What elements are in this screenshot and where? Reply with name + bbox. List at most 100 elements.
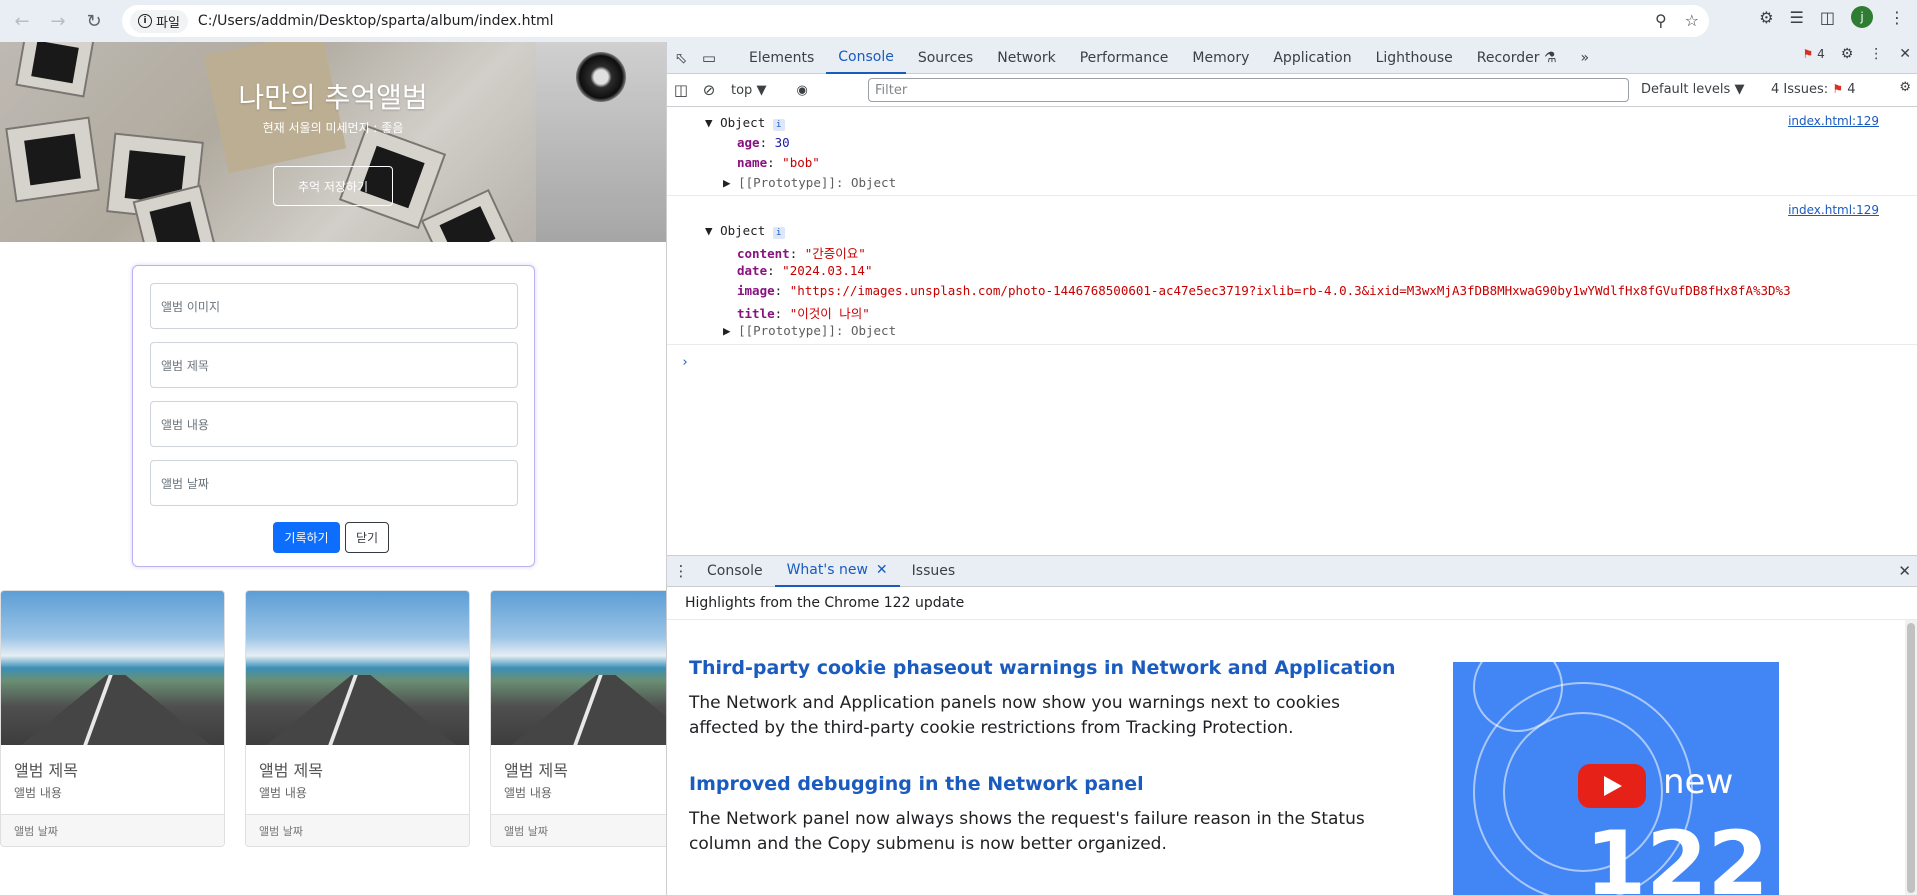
album-image-input[interactable]: 앨범 이미지: [150, 283, 518, 329]
console-settings-icon[interactable]: ⚙: [1899, 80, 1911, 95]
drawer-tab-issues[interactable]: Issues: [900, 555, 968, 587]
reload-icon[interactable]: ↻: [80, 7, 108, 35]
save-memory-button[interactable]: 추억 저장하기: [273, 166, 393, 206]
feature-heading-link[interactable]: Improved debugging in the Network panel: [689, 773, 1144, 795]
extensions-icon[interactable]: ⚙: [1759, 8, 1773, 27]
drawer-tab-console[interactable]: Console: [695, 555, 775, 587]
url-text[interactable]: C:/Users/addmin/Desktop/sparta/album/ind…: [198, 13, 554, 29]
submit-button[interactable]: 기록하기: [273, 522, 340, 553]
whats-new-header: Highlights from the Chrome 122 update: [667, 587, 1917, 620]
close-drawer-icon[interactable]: ✕: [1898, 562, 1911, 580]
browser-toolbar: ← → ↻ i 파일 C:/Users/addmin/Desktop/spart…: [0, 0, 1917, 42]
issue-flag-icon: ⚑: [1832, 82, 1844, 96]
inspect-element-icon[interactable]: ⬁: [667, 44, 695, 72]
side-panel-icon[interactable]: ◫: [1820, 8, 1835, 27]
issues-counter[interactable]: 4 Issues: ⚑ 4: [1771, 82, 1856, 97]
scrollbar-thumb[interactable]: [1907, 623, 1915, 893]
tab-network[interactable]: Network: [985, 42, 1067, 74]
album-card[interactable]: 앨범 제목 앨범 내용 앨범 날짜: [490, 590, 666, 847]
property-key: age: [737, 135, 760, 150]
hero-title: 나만의 추억앨범: [238, 81, 428, 114]
web-page: 나만의 추억앨범 현재 서울의 미세먼지 : 좋음 추억 저장하기 앨범 이미지…: [0, 42, 666, 895]
card-footer: 앨범 날짜: [491, 814, 666, 846]
tab-sources[interactable]: Sources: [906, 42, 985, 74]
profile-avatar[interactable]: j: [1851, 6, 1873, 28]
album-content-input[interactable]: 앨범 내용: [150, 401, 518, 447]
property-key: image: [737, 283, 775, 298]
error-badge[interactable]: ⚑ 4: [1802, 47, 1824, 61]
tab-memory[interactable]: Memory: [1180, 42, 1261, 74]
album-date-input[interactable]: 앨범 날짜: [150, 460, 518, 506]
clear-console-icon[interactable]: ⊘: [695, 76, 723, 104]
card-text: 앨범 내용: [504, 786, 552, 800]
drawer-menu-icon[interactable]: ⋮: [667, 557, 695, 585]
album-form: 앨범 이미지 앨범 제목 앨범 내용 앨범 날짜 기록하기 닫기: [132, 265, 535, 567]
tab-console[interactable]: Console: [826, 42, 906, 74]
log-source-link[interactable]: index.html:129: [1788, 114, 1879, 128]
tab-lighthouse[interactable]: Lighthouse: [1364, 42, 1465, 74]
property-key: title: [737, 306, 775, 321]
card-text: 앨범 내용: [14, 786, 62, 800]
whats-new-panel: Highlights from the Chrome 122 update Th…: [667, 587, 1917, 895]
address-bar[interactable]: i 파일 C:/Users/addmin/Desktop/sparta/albu…: [122, 5, 1709, 37]
devtools-tab-bar: ⬁ ▭ Elements Console Sources Network Per…: [667, 42, 1917, 74]
prototype-toggle[interactable]: ▶ [[Prototype]]: Object: [723, 175, 896, 190]
context-selector[interactable]: top ▼: [731, 83, 766, 98]
issues-count: 4: [1847, 82, 1856, 97]
tab-recorder[interactable]: Recorder ⚗: [1465, 42, 1569, 74]
console-prompt[interactable]: ›: [681, 355, 689, 370]
object-property: content: "간증이요": [737, 246, 866, 261]
error-count: 4: [1817, 47, 1825, 61]
hero-subtitle: 현재 서울의 미세먼지 : 좋음: [262, 121, 404, 135]
tab-application[interactable]: Application: [1261, 42, 1363, 74]
prototype-toggle[interactable]: ▶ [[Prototype]]: Object: [723, 323, 896, 338]
live-expression-eye-icon[interactable]: ◉: [796, 83, 807, 98]
bookmark-star-icon[interactable]: ☆: [1685, 11, 1699, 30]
album-card[interactable]: 앨범 제목 앨범 내용 앨범 날짜: [0, 590, 225, 847]
sidebar-toggle-icon[interactable]: ◫: [667, 76, 695, 104]
tab-recorder-label: Recorder: [1476, 49, 1540, 66]
zoom-icon[interactable]: ⚲: [1655, 11, 1667, 30]
menu-icon[interactable]: ⋮: [1889, 8, 1905, 27]
object-toggle[interactable]: ▼ Object i: [705, 115, 785, 131]
console-filter-input[interactable]: Filter: [868, 78, 1629, 102]
property-value: "2024.03.14": [782, 263, 873, 278]
object-property: title: "이것이 나의": [737, 306, 870, 321]
site-chip-label: 파일: [156, 15, 180, 31]
tab-elements[interactable]: Elements: [737, 42, 826, 74]
feature-heading-link[interactable]: Third-party cookie phaseout warnings in …: [689, 657, 1396, 679]
close-tab-icon[interactable]: ✕: [876, 562, 888, 578]
object-property: name: "bob": [737, 155, 820, 170]
drawer-tab-whats-new[interactable]: What's new ✕: [774, 555, 900, 587]
console-log-entry: index.html:129 ▼ Object i content: "간증이요…: [667, 197, 1917, 345]
album-title-input[interactable]: 앨범 제목: [150, 342, 518, 388]
property-value: "이것이 나의": [789, 306, 870, 321]
album-card[interactable]: 앨범 제목 앨범 내용 앨범 날짜: [245, 590, 470, 847]
device-toolbar-icon[interactable]: ▭: [695, 44, 723, 72]
kebab-menu-icon[interactable]: ⋮: [1869, 46, 1883, 62]
chrome-update-video-thumbnail[interactable]: new 122: [1453, 662, 1779, 895]
prototype-label: [[Prototype]]: Object: [738, 323, 897, 338]
console-toolbar: ◫ ⊘ top ▼ ◉ Filter Default levels ▼ 4 Is…: [667, 74, 1917, 107]
media-icon[interactable]: ☰: [1790, 8, 1804, 27]
log-levels-dropdown[interactable]: Default levels ▼: [1641, 82, 1744, 97]
property-key: name: [737, 155, 768, 170]
youtube-play-icon[interactable]: [1578, 764, 1646, 808]
tab-performance[interactable]: Performance: [1068, 42, 1181, 74]
card-title: 앨범 제목: [259, 761, 323, 780]
banner-new-label: new: [1663, 762, 1734, 802]
log-source-link[interactable]: index.html:129: [1788, 203, 1879, 217]
settings-gear-icon[interactable]: ⚙: [1841, 46, 1854, 62]
card-image: [491, 591, 666, 745]
forward-icon[interactable]: →: [44, 7, 72, 35]
flask-icon: ⚗: [1543, 49, 1557, 66]
object-toggle[interactable]: ▼ Object i: [705, 223, 785, 239]
back-icon[interactable]: ←: [8, 7, 36, 35]
close-button[interactable]: 닫기: [345, 522, 389, 553]
close-devtools-icon[interactable]: ✕: [1899, 46, 1911, 62]
console-output: index.html:129 ▼ Object i age: 30 name: …: [667, 107, 1917, 555]
drawer-tab-bar: ⋮ Console What's new ✕ Issues ✕: [667, 555, 1917, 587]
context-selector-label: top: [731, 82, 753, 98]
more-tabs-icon[interactable]: »: [1569, 42, 1602, 74]
site-info-chip[interactable]: i 파일: [130, 9, 188, 33]
